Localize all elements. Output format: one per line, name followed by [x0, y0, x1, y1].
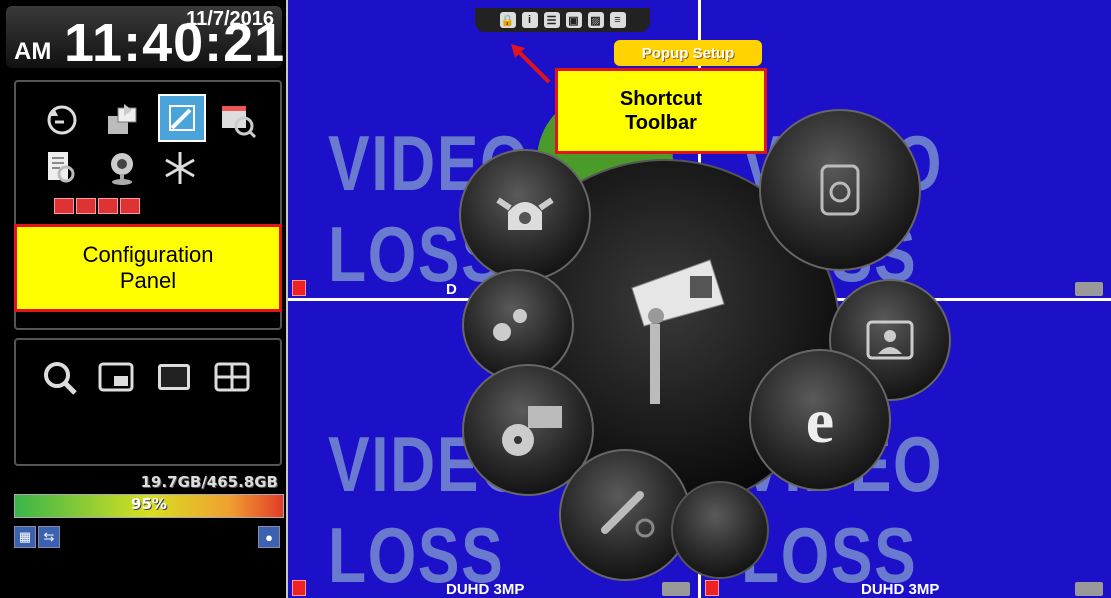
alarm-menu-button[interactable]: [459, 149, 591, 281]
export-icon[interactable]: [100, 98, 144, 142]
alarm-icon: [120, 198, 140, 214]
configuration-panel-callout: Configuration Panel: [14, 224, 282, 312]
display-icon[interactable]: ▣: [565, 12, 582, 28]
network-menu-button[interactable]: e: [749, 349, 891, 491]
popup-setup-tooltip: Popup Setup: [614, 40, 762, 66]
shortcut-toolbar: 🔒 i ☰ ▣ ▨ ≡: [475, 8, 650, 32]
chat-icon[interactable]: ☰: [543, 12, 560, 28]
schedule-search-icon[interactable]: [216, 98, 260, 142]
user-icon[interactable]: ●: [258, 526, 280, 548]
usb-icon[interactable]: ⇆: [38, 526, 60, 548]
search-icon[interactable]: [38, 356, 82, 400]
disk-usage-bar: 95%: [14, 494, 284, 518]
list-icon[interactable]: ≡: [609, 12, 626, 28]
quad-view-icon[interactable]: [210, 356, 254, 400]
callout-line: Panel: [119, 268, 177, 293]
playback-icon[interactable]: [40, 98, 84, 142]
image-icon[interactable]: ▨: [587, 12, 604, 28]
clock-time: 11:40:21: [64, 13, 286, 73]
callout-line: Toolbar: [625, 112, 697, 134]
storage-menu-button[interactable]: [759, 109, 921, 271]
network-icon[interactable]: ▦: [14, 526, 36, 548]
callout-arrow-icon: [511, 44, 551, 84]
view-panel: [14, 338, 282, 466]
alarm-icon: [54, 198, 74, 214]
record-icon: [292, 280, 306, 296]
settings-menu-button[interactable]: [462, 269, 574, 381]
clock-ampm: AM: [14, 38, 52, 65]
menu-bubble-empty: [671, 481, 769, 579]
log-search-icon[interactable]: [40, 146, 84, 190]
tools-menu-button[interactable]: [559, 449, 691, 581]
freeze-icon[interactable]: [158, 146, 202, 190]
main-menu: e: [440, 100, 960, 598]
alarm-indicators: [54, 198, 140, 214]
setup-icon[interactable]: [158, 94, 206, 142]
alarm-icon: [76, 198, 96, 214]
disk-usage: 19.7GB/465.8GB: [140, 473, 278, 491]
lock-icon[interactable]: 🔒: [499, 12, 516, 28]
audio-icon: [1075, 582, 1103, 596]
clock: 11/7/2016 AM 11:40:21: [6, 6, 286, 73]
record-icon: [292, 580, 306, 596]
callout-line: Configuration: [82, 242, 214, 267]
pip-view-icon[interactable]: [94, 356, 138, 400]
info-icon[interactable]: i: [521, 12, 538, 28]
sidebar: 11/7/2016 AM 11:40:21 Configuration Pane…: [0, 0, 288, 598]
shortcut-toolbar-callout: Shortcut Toolbar: [555, 68, 767, 154]
single-view-icon[interactable]: [152, 356, 196, 400]
alarm-icon: [98, 198, 118, 214]
audio-icon: [1075, 282, 1103, 296]
callout-line: Shortcut: [619, 88, 703, 110]
webcam-icon[interactable]: [100, 146, 144, 190]
disk-percent: 95%: [131, 495, 167, 513]
svg-text:e: e: [806, 385, 834, 456]
